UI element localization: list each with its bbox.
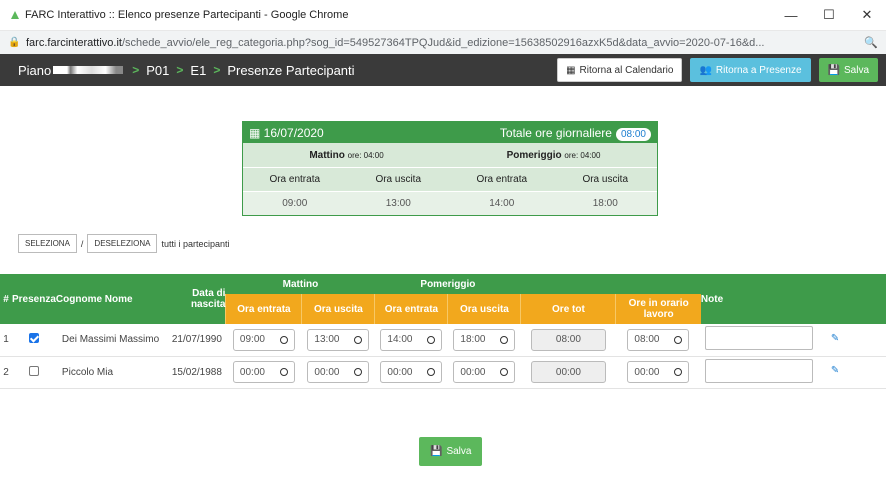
row-number: 2: [0, 356, 12, 389]
breadcrumb-p01[interactable]: P01: [146, 63, 169, 78]
presence-checkbox[interactable]: [28, 365, 39, 376]
app-favicon-icon: [10, 10, 20, 20]
note-field[interactable]: [704, 326, 813, 351]
clock-icon: [500, 368, 509, 376]
time-input[interactable]: 00:00: [232, 361, 295, 383]
note-field[interactable]: [704, 358, 813, 383]
clock-icon: [674, 335, 683, 344]
time-input[interactable]: 00:00: [453, 361, 516, 383]
edit-icon[interactable]: ✎: [831, 365, 839, 376]
floppy-icon: 💾: [430, 446, 443, 457]
day-summary-header: ▦ 16/07/2020 Totale ore giornaliere 08:00: [243, 122, 657, 143]
calendar-icon: ▦: [249, 125, 264, 140]
participant-name: Dei Massimi Massimo: [55, 324, 166, 357]
time-input[interactable]: 18:00: [453, 328, 516, 351]
url-text[interactable]: farc.farcinterattivo.it/schede_avvio/ele…: [26, 37, 862, 49]
top-navigation: Piano > P01 > E1 > Presenze Partecipanti…: [0, 54, 886, 86]
day-summary-panel: ▦ 16/07/2020 Totale ore giornaliere 08:00…: [242, 121, 658, 216]
time-input[interactable]: 00:00: [307, 361, 370, 383]
deselect-all-button[interactable]: DESELEZIONA: [87, 234, 158, 253]
time-input[interactable]: 14:00: [380, 328, 443, 351]
chevron-right-icon: >: [213, 63, 221, 77]
participant-name: Piccolo Mia: [55, 356, 166, 389]
clock-icon: [354, 335, 363, 344]
birth-date: 15/02/1988: [165, 356, 226, 389]
ritorna-calendario-button[interactable]: ▦ Ritorna al Calendario: [557, 58, 683, 82]
save-button-bottom[interactable]: 💾 Salva: [419, 437, 483, 466]
save-button-top[interactable]: 💾 Salva: [818, 58, 878, 82]
time-input[interactable]: 09:00: [232, 328, 295, 351]
window-title: FARC Interattivo :: Elenco presenze Part…: [25, 9, 349, 21]
time-input[interactable]: 13:00: [307, 328, 370, 351]
day-values-row: 09:00 13:00 14:00 18:00: [243, 191, 657, 215]
work-hours-input[interactable]: 08:00: [627, 328, 690, 351]
redacted-text: [53, 66, 124, 74]
clock-icon: [354, 368, 363, 376]
day-date: 16/07/2020: [263, 125, 324, 140]
chevron-right-icon: >: [132, 63, 140, 77]
zoom-icon[interactable]: 🔍: [862, 36, 878, 49]
clock-icon: [500, 335, 509, 344]
breadcrumb-piano: Piano: [18, 62, 52, 78]
table-row: 2 Piccolo Mia 15/02/1988 00:00 00:00 00:00 00:…: [0, 356, 886, 389]
window-titlebar: FARC Interattivo :: Elenco presenze Part…: [0, 0, 886, 31]
table-row: 1 Dei Massimi Massimo 21/07/1990 09:00 13:00…: [0, 324, 886, 357]
clock-icon: [279, 335, 288, 344]
close-icon[interactable]: ✕: [848, 7, 886, 23]
page-title: Presenze Partecipanti: [227, 62, 355, 78]
presence-table: # Presenza Cognome Nome Data di nascita …: [0, 274, 886, 389]
total-hours: 08:00: [530, 328, 606, 351]
totale-label: Totale ore giornaliere: [499, 125, 612, 140]
day-periods-row: Mattino ore: 04:00 Pomeriggio ore: 04:00: [243, 143, 657, 167]
address-bar[interactable]: 🔒 farc.farcinterattivo.it/schede_avvio/e…: [0, 31, 886, 54]
clock-icon: [427, 368, 436, 376]
maximize-icon[interactable]: ☐: [810, 7, 848, 23]
calendar-icon: ▦: [566, 64, 576, 76]
chevron-right-icon: >: [176, 63, 184, 77]
floppy-icon: 💾: [827, 64, 840, 76]
clock-icon: [674, 368, 683, 376]
clock-icon: [279, 368, 288, 376]
totale-badge: 08:00: [615, 127, 651, 141]
time-input[interactable]: 00:00: [380, 361, 443, 383]
edit-icon[interactable]: ✎: [831, 333, 839, 344]
day-columns-row: Ora entrata Ora uscita Ora entrata Ora usci…: [243, 167, 657, 191]
work-hours-input[interactable]: 00:00: [627, 361, 690, 383]
total-hours: 00:00: [530, 361, 606, 383]
users-icon: 👥: [699, 64, 712, 76]
selection-bar: SELEZIONA / DESELEZIONA tutti i partecip…: [18, 234, 229, 253]
row-number: 1: [0, 324, 12, 357]
clock-icon: [427, 335, 436, 344]
breadcrumb-e1[interactable]: E1: [190, 63, 206, 78]
minimize-icon[interactable]: —: [772, 8, 810, 23]
select-all-button[interactable]: SELEZIONA: [18, 234, 77, 253]
ritorna-presenze-button[interactable]: 👥 Ritorna a Presenze: [690, 58, 811, 82]
presence-checkbox[interactable]: [28, 333, 39, 344]
birth-date: 21/07/1990: [165, 324, 226, 357]
lock-icon: 🔒: [8, 37, 21, 48]
